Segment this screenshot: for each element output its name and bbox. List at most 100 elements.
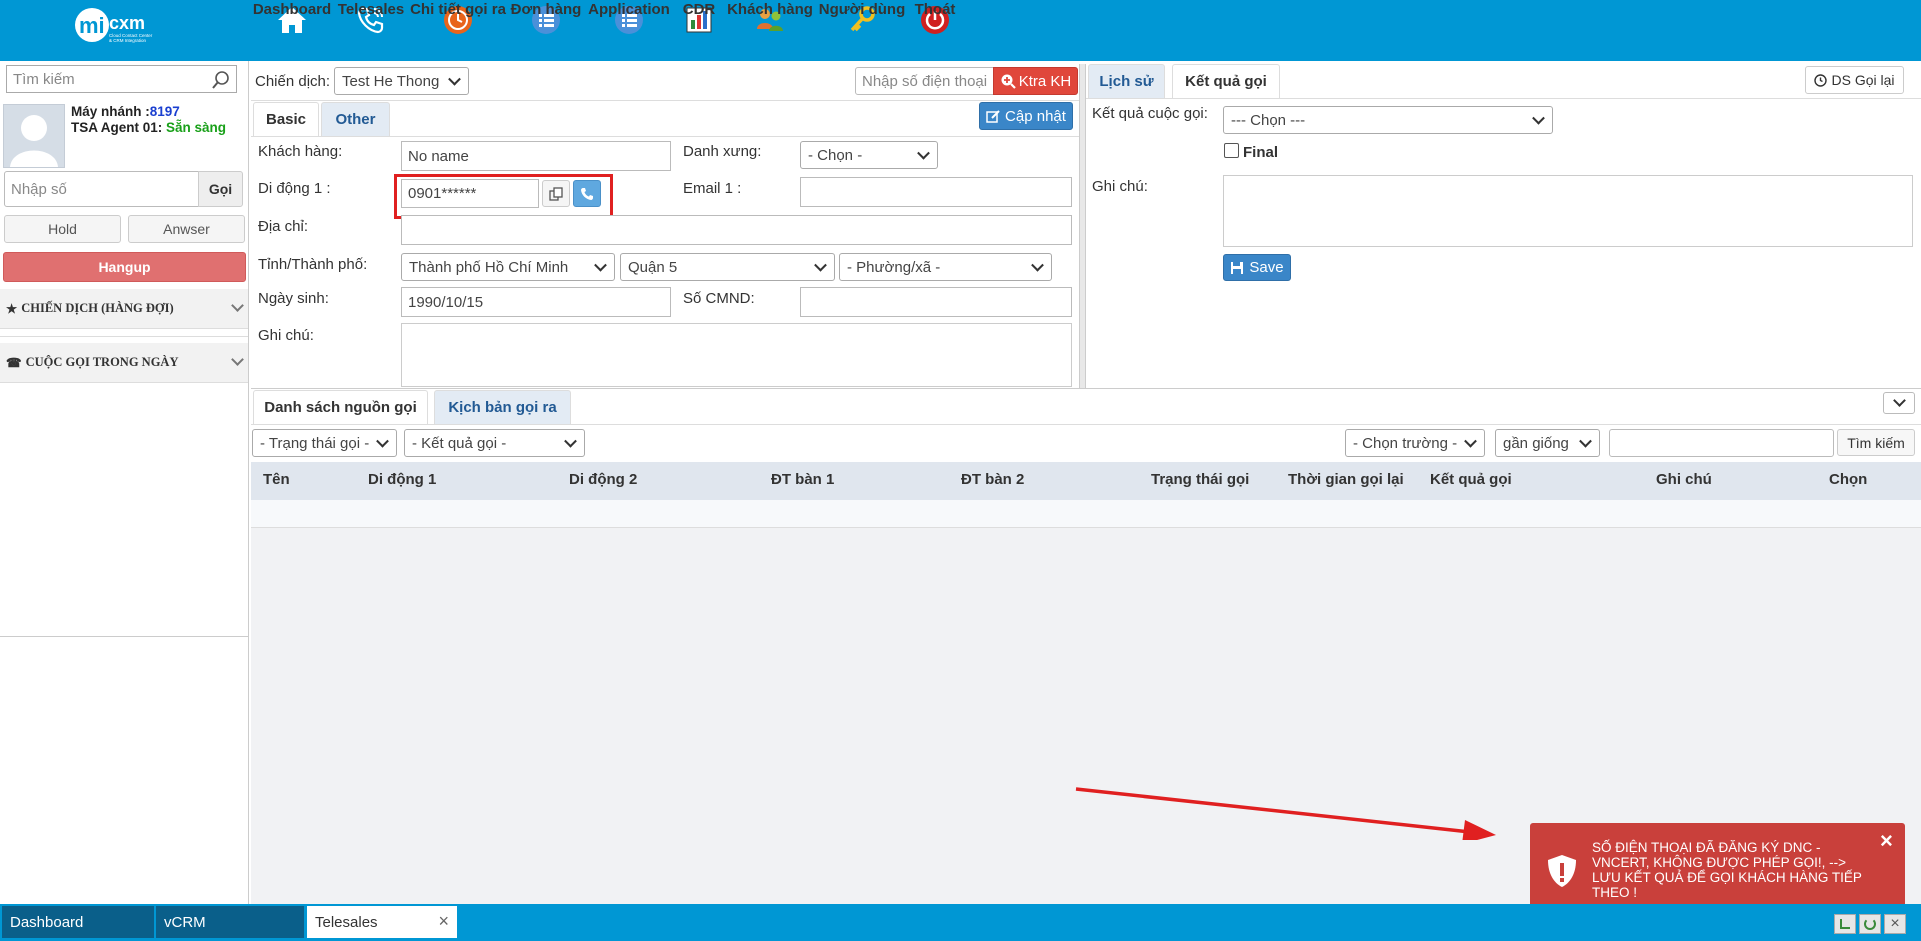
check-customer-button[interactable]: Ktra KH — [993, 67, 1078, 95]
call-result-select[interactable]: --- Chọn --- — [1223, 106, 1553, 134]
avatar — [3, 104, 65, 168]
nav-customers[interactable]: Khách hàng — [727, 0, 813, 61]
customer-label: Khách hàng: — [258, 143, 343, 160]
dial-number-input[interactable]: Nhập số — [4, 171, 199, 207]
svg-text:mi: mi — [79, 13, 105, 38]
mobile-field[interactable]: 0901****** — [401, 179, 539, 208]
note-label: Ghi chú: — [258, 327, 314, 344]
campaign-select[interactable]: Test He Thong — [334, 67, 469, 95]
top-navbar: mi cxm Cloud Contact Center & CRM Integr… — [0, 0, 1921, 61]
final-label: Final — [1243, 144, 1279, 161]
list-search-input[interactable] — [1609, 429, 1834, 457]
right-tab-divider — [1086, 98, 1921, 99]
form-divider — [251, 136, 1079, 137]
dob-label: Ngày sinh: — [258, 290, 329, 307]
col-mobile-2[interactable]: Di động 2 — [569, 471, 637, 488]
tab-other[interactable]: Other — [321, 102, 390, 136]
col-call-result[interactable]: Kết quả gọi — [1430, 471, 1512, 488]
annotation-arrow — [1075, 787, 1496, 840]
tab-basic[interactable]: Basic — [253, 102, 319, 136]
nav-users[interactable]: Người dùng — [819, 0, 905, 61]
id-number-field[interactable] — [800, 287, 1072, 317]
refresh-icon — [1864, 918, 1876, 930]
save-button[interactable]: Save — [1223, 254, 1291, 281]
col-note[interactable]: Ghi chú — [1656, 471, 1712, 488]
call-result-label: Kết quả cuộc gọi: — [1092, 105, 1208, 122]
bottom-tab-telesales[interactable]: Telesales × — [307, 906, 457, 938]
match-filter[interactable]: gần giống — [1495, 429, 1600, 457]
col-name[interactable]: Tên — [263, 471, 290, 488]
refresh-window-button[interactable] — [1859, 914, 1881, 934]
nav-telesales[interactable]: Telesales — [338, 0, 404, 61]
call-status-filter[interactable]: - Trạng thái gọi - — [252, 429, 397, 457]
today-calls-list — [0, 383, 248, 637]
title-select[interactable]: - Chọn - — [800, 141, 938, 169]
update-button[interactable]: Cập nhật — [979, 102, 1073, 130]
callback-list-button[interactable]: DS Gọi lại — [1805, 66, 1904, 94]
panel-splitter[interactable] — [1079, 64, 1086, 388]
dob-field[interactable]: 1990/10/15 — [401, 287, 671, 317]
nav-cdr[interactable]: CDR — [679, 0, 719, 61]
bottom-tab-dashboard[interactable]: Dashboard — [2, 906, 154, 938]
app-window: mi cxm Cloud Contact Center & CRM Integr… — [0, 0, 1921, 941]
address-field[interactable] — [401, 215, 1072, 245]
email-label: Email 1 : — [683, 180, 742, 197]
campaign-queue-header[interactable]: ★ CHIẾN DỊCH (HÀNG ĐỢI) — [0, 289, 248, 329]
tab-source-list[interactable]: Danh sách nguồn gọi — [253, 390, 428, 424]
ward-select[interactable]: - Phường/xã - — [839, 253, 1052, 281]
toast-close-button[interactable]: × — [1880, 830, 1893, 852]
district-select[interactable]: Quận 5 — [620, 253, 835, 281]
province-select[interactable]: Thành phố Hồ Chí Minh — [401, 253, 615, 281]
nav-application[interactable]: Application — [588, 0, 670, 61]
chevron-down-icon — [231, 299, 244, 312]
hangup-button[interactable]: Hangup — [3, 252, 246, 282]
dial-mobile-button[interactable] — [573, 180, 601, 207]
nav-orders[interactable]: Đơn hàng — [511, 0, 581, 61]
answer-button[interactable]: Anwser — [128, 215, 245, 243]
nav-dashboard[interactable]: Dashboard — [253, 0, 331, 61]
province-label: Tỉnh/Thành phố: — [258, 256, 368, 273]
col-landline-1[interactable]: ĐT bàn 1 — [771, 471, 834, 488]
field-filter[interactable]: - Chọn trường - — [1345, 429, 1485, 457]
close-window-button[interactable]: × — [1884, 914, 1906, 934]
tab-history[interactable]: Lịch sử — [1088, 64, 1165, 98]
close-tab-icon[interactable]: × — [438, 911, 449, 932]
result-note-textarea[interactable] — [1223, 175, 1913, 247]
bottom-tab-vcrm[interactable]: vCRM — [156, 906, 304, 938]
email-field[interactable] — [800, 177, 1072, 207]
note-textarea[interactable] — [401, 323, 1072, 387]
hold-button[interactable]: Hold — [4, 215, 121, 243]
tab-call-result[interactable]: Kết quả gọi — [1172, 64, 1280, 98]
call-result-filter[interactable]: - Kết quả gọi - — [404, 429, 585, 457]
micxm-logo[interactable]: mi cxm Cloud Contact Center & CRM Integr… — [72, 5, 162, 47]
clock-icon — [1814, 73, 1828, 87]
nav-outbound-detail[interactable]: Chi tiết gọi ra — [410, 0, 506, 61]
call-button[interactable]: Gọi — [198, 171, 243, 207]
collapse-list-button[interactable] — [1883, 392, 1915, 414]
sidebar-search-input[interactable]: Tìm kiếm — [6, 65, 237, 93]
svg-text:cxm: cxm — [109, 13, 145, 33]
minimize-window-button[interactable] — [1834, 914, 1856, 934]
edit-icon — [986, 109, 1000, 123]
nav-logout[interactable]: Thoát — [913, 0, 957, 61]
telephone-icon: ☎ — [6, 355, 22, 370]
chevron-down-icon — [1892, 393, 1906, 407]
copy-button[interactable] — [542, 180, 570, 207]
agent-info: TSA Agent 01: Sẵn sàng — [71, 120, 227, 135]
list-top-divider — [251, 388, 1921, 389]
col-mobile-1[interactable]: Di động 1 — [368, 471, 436, 488]
col-landline-2[interactable]: ĐT bàn 2 — [961, 471, 1024, 488]
today-calls-header[interactable]: ☎ CUỘC GỌI TRONG NGÀY — [0, 343, 248, 383]
list-search-button[interactable]: Tìm kiếm — [1837, 429, 1915, 456]
phone-lookup-input[interactable]: Nhập số điện thoại — [855, 67, 994, 95]
address-label: Địa chỉ: — [258, 218, 309, 235]
col-call-status[interactable]: Trạng thái gọi — [1151, 471, 1249, 488]
campaign-label: Chiến dịch: — [255, 73, 331, 90]
campaign-queue-body — [0, 329, 248, 337]
col-select[interactable]: Chọn — [1829, 471, 1867, 488]
col-callback-time[interactable]: Thời gian gọi lại — [1288, 471, 1404, 488]
minimize-icon — [1840, 919, 1850, 929]
customer-name-field[interactable]: No name — [401, 141, 671, 171]
tab-call-script[interactable]: Kịch bản gọi ra — [434, 390, 571, 424]
final-checkbox[interactable] — [1224, 143, 1239, 158]
